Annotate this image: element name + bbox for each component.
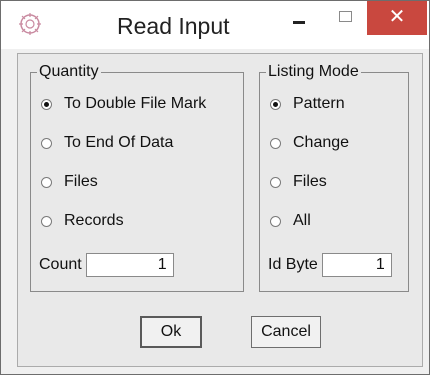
radio-button[interactable] xyxy=(41,98,52,110)
radio-label: To End Of Data xyxy=(64,134,174,151)
minimize-icon xyxy=(293,20,305,24)
listing-mode-group: Listing Mode Pattern Change Files All Id… xyxy=(259,63,409,292)
id-byte-row: Id Byte xyxy=(268,253,392,277)
radio-label: Change xyxy=(293,134,350,151)
radio-files[interactable]: Files xyxy=(41,173,98,191)
listing-mode-legend: Listing Mode xyxy=(266,63,361,81)
radio-button[interactable] xyxy=(270,137,281,149)
radio-label: Pattern xyxy=(293,95,345,112)
count-input[interactable] xyxy=(85,253,174,277)
radio-records[interactable]: Records xyxy=(41,212,124,230)
radio-all[interactable]: All xyxy=(270,212,311,230)
count-row: Count xyxy=(39,253,174,277)
read-input-dialog: Read Input ✕ Quantity To Double File Mar… xyxy=(0,0,430,375)
radio-pattern[interactable]: Pattern xyxy=(270,95,345,113)
dialog-body: Quantity To Double File Mark To End Of D… xyxy=(17,53,423,367)
radio-listing-files[interactable]: Files xyxy=(270,173,327,191)
quantity-legend: Quantity xyxy=(37,63,101,81)
radio-button[interactable] xyxy=(41,137,52,149)
close-button[interactable]: ✕ xyxy=(367,1,427,35)
radio-label: Files xyxy=(64,173,98,190)
radio-label: All xyxy=(293,212,311,229)
maximize-icon xyxy=(338,10,352,22)
minimize-button[interactable] xyxy=(277,1,321,35)
id-byte-input[interactable] xyxy=(321,253,392,277)
cancel-button[interactable]: Cancel xyxy=(251,316,321,348)
radio-button[interactable] xyxy=(41,215,52,227)
radio-to-end-of-data[interactable]: To End Of Data xyxy=(41,134,173,152)
id-byte-label: Id Byte xyxy=(268,256,318,273)
title-bar[interactable]: Read Input ✕ xyxy=(1,1,429,49)
radio-button[interactable] xyxy=(41,176,52,188)
close-icon: ✕ xyxy=(388,6,406,28)
app-icon xyxy=(19,13,41,35)
count-label: Count xyxy=(39,256,82,273)
ok-button[interactable]: Ok xyxy=(140,316,202,348)
radio-change[interactable]: Change xyxy=(270,134,349,152)
maximize-button[interactable] xyxy=(323,1,367,35)
radio-to-double-file-mark[interactable]: To Double File Mark xyxy=(41,95,206,113)
radio-button[interactable] xyxy=(270,215,281,227)
radio-label: Files xyxy=(293,173,327,190)
window-title: Read Input xyxy=(117,13,230,39)
radio-label: Records xyxy=(64,212,124,229)
radio-button[interactable] xyxy=(270,98,281,110)
quantity-group: Quantity To Double File Mark To End Of D… xyxy=(30,63,244,292)
radio-label: To Double File Mark xyxy=(64,95,207,112)
radio-button[interactable] xyxy=(270,176,281,188)
